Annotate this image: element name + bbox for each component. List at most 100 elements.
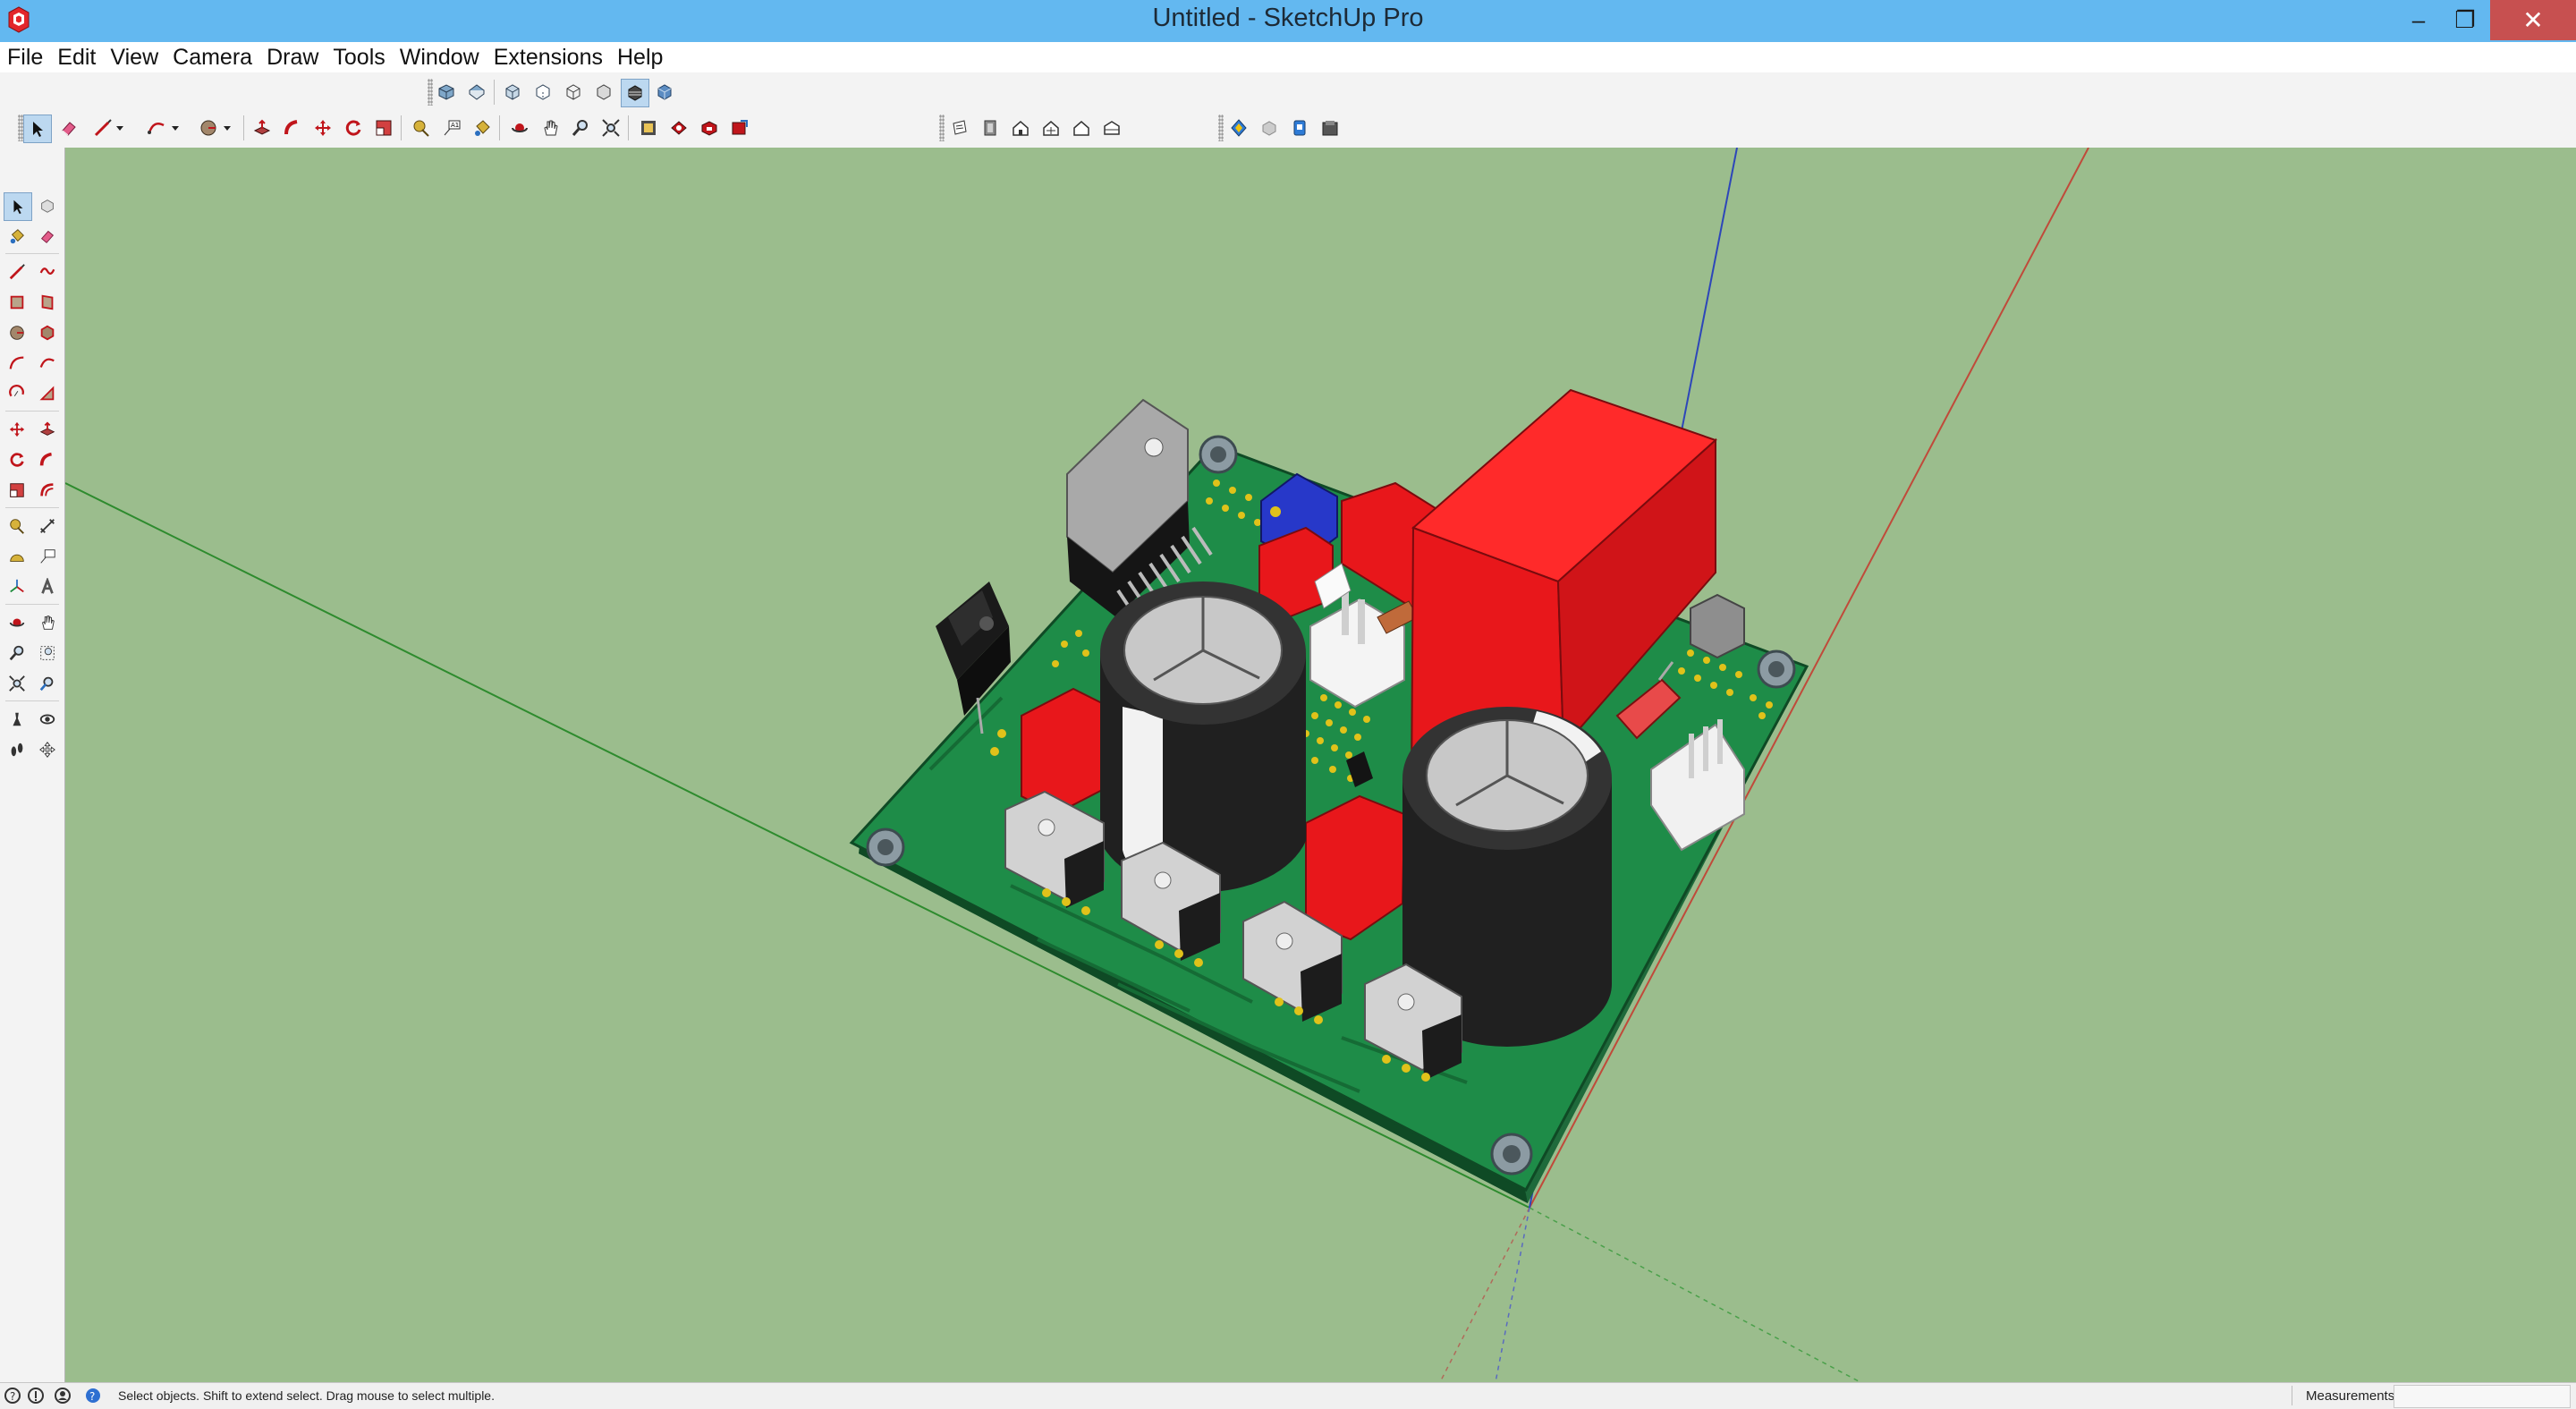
restore-button[interactable]: ❐ bbox=[2440, 0, 2490, 40]
toolbar-grip[interactable] bbox=[1218, 115, 1224, 141]
instructor-help-icon[interactable]: ? bbox=[84, 1387, 102, 1405]
section-plane-icon[interactable] bbox=[946, 115, 973, 141]
rotate-icon[interactable] bbox=[4, 446, 30, 473]
tape-measure-icon[interactable] bbox=[4, 513, 30, 539]
3d-text-icon[interactable] bbox=[34, 573, 61, 600]
pie-icon[interactable] bbox=[4, 380, 30, 407]
zoom-icon[interactable] bbox=[4, 640, 30, 666]
model-viewport[interactable] bbox=[65, 148, 2576, 1382]
pan-icon[interactable] bbox=[34, 609, 61, 636]
follow-me-icon[interactable] bbox=[34, 446, 61, 473]
shaded-icon[interactable] bbox=[621, 79, 649, 107]
zoom-extents-icon[interactable] bbox=[597, 115, 624, 141]
xray-icon[interactable] bbox=[499, 79, 526, 106]
blue-axis-negative bbox=[1495, 1207, 1530, 1382]
model-info-icon[interactable] bbox=[1286, 115, 1313, 141]
menu-camera[interactable]: Camera bbox=[165, 42, 259, 72]
menu-extensions[interactable]: Extensions bbox=[487, 42, 610, 72]
close-button[interactable]: ✕ bbox=[2490, 0, 2576, 40]
zoom-icon[interactable] bbox=[567, 115, 594, 141]
push-pull-icon[interactable] bbox=[249, 115, 275, 141]
pan-icon[interactable] bbox=[537, 115, 564, 141]
paint-bucket-icon[interactable] bbox=[4, 223, 30, 250]
paint-bucket-icon[interactable] bbox=[469, 115, 496, 141]
freehand-icon[interactable] bbox=[34, 259, 61, 285]
minimize-button[interactable]: – bbox=[2394, 0, 2444, 40]
credits-status-icon[interactable] bbox=[27, 1387, 45, 1405]
menu-file[interactable]: File bbox=[0, 42, 50, 72]
geo-location-icon[interactable] bbox=[1225, 115, 1252, 141]
rotate-icon[interactable] bbox=[340, 115, 367, 141]
restore-icon: ❐ bbox=[2454, 6, 2476, 33]
menu-view[interactable]: View bbox=[103, 42, 165, 72]
move-icon[interactable] bbox=[309, 115, 336, 141]
axes-icon[interactable] bbox=[4, 573, 30, 600]
dimension-icon[interactable] bbox=[34, 513, 61, 539]
shapes-dropdown-icon[interactable] bbox=[218, 115, 236, 141]
menu-window[interactable]: Window bbox=[393, 42, 487, 72]
back-edges-icon[interactable] bbox=[530, 79, 556, 106]
two-point-arc-icon[interactable] bbox=[34, 350, 61, 377]
protractor-icon[interactable] bbox=[4, 543, 30, 570]
rectangle-icon[interactable] bbox=[4, 289, 30, 316]
user-status-icon[interactable] bbox=[54, 1387, 72, 1405]
move-icon[interactable] bbox=[4, 416, 30, 443]
menu-help[interactable]: Help bbox=[610, 42, 670, 72]
select-icon[interactable] bbox=[4, 192, 32, 221]
top-view-icon[interactable] bbox=[463, 79, 490, 106]
house-side-icon[interactable] bbox=[1098, 115, 1125, 141]
toolbar-grip[interactable] bbox=[939, 115, 945, 141]
select-icon[interactable] bbox=[23, 115, 52, 143]
three-point-arc-icon[interactable] bbox=[34, 380, 61, 407]
make-component-icon[interactable] bbox=[34, 192, 61, 219]
arc-icon[interactable] bbox=[4, 350, 30, 377]
previous-view-icon[interactable] bbox=[34, 670, 61, 697]
tape-measure-icon[interactable] bbox=[408, 115, 435, 141]
circle-icon[interactable] bbox=[4, 319, 30, 346]
scale-icon[interactable] bbox=[4, 477, 30, 504]
components-icon[interactable] bbox=[1317, 115, 1343, 141]
house-icon[interactable] bbox=[1007, 115, 1034, 141]
layout-icon[interactable] bbox=[696, 115, 723, 141]
iso-view-icon[interactable] bbox=[433, 79, 460, 106]
menu-draw[interactable]: Draw bbox=[259, 42, 326, 72]
offset-icon[interactable] bbox=[34, 477, 61, 504]
line-icon[interactable] bbox=[4, 259, 30, 285]
text-icon[interactable]: A1 bbox=[438, 115, 465, 141]
zoom-window-icon[interactable] bbox=[34, 640, 61, 666]
eraser-icon[interactable] bbox=[55, 115, 82, 141]
measurements-input[interactable] bbox=[2394, 1385, 2571, 1408]
hidden-line-icon[interactable] bbox=[590, 79, 617, 106]
photo-texture-icon[interactable] bbox=[1256, 115, 1283, 141]
zoom-extents-icon[interactable] bbox=[4, 670, 30, 697]
warehouse-icon[interactable] bbox=[635, 115, 662, 141]
send-to-layout-icon[interactable] bbox=[726, 115, 753, 141]
polygon-icon[interactable] bbox=[34, 319, 61, 346]
text-icon[interactable] bbox=[34, 543, 61, 570]
menu-edit[interactable]: Edit bbox=[50, 42, 103, 72]
scale-icon[interactable] bbox=[370, 115, 397, 141]
measurements-label: Measurements bbox=[2306, 1388, 2395, 1404]
follow-me-icon[interactable] bbox=[279, 115, 306, 141]
house-outline-icon[interactable] bbox=[1068, 115, 1095, 141]
push-pull-icon[interactable] bbox=[34, 416, 61, 443]
orbit-icon[interactable] bbox=[506, 115, 533, 141]
house-plus-icon[interactable] bbox=[1038, 115, 1064, 141]
rotated-rectangle-icon[interactable] bbox=[34, 289, 61, 316]
shaded-textures-button[interactable] bbox=[651, 79, 678, 106]
walk-icon[interactable] bbox=[4, 736, 30, 763]
mount-hole-bottom bbox=[1490, 1133, 1533, 1176]
section-cut-icon[interactable] bbox=[977, 115, 1004, 141]
extension-warehouse-icon[interactable] bbox=[665, 115, 692, 141]
wireframe-icon[interactable] bbox=[560, 79, 587, 106]
orbit-icon[interactable] bbox=[4, 609, 30, 636]
section-plane-icon[interactable] bbox=[34, 736, 61, 763]
eraser-icon[interactable] bbox=[34, 223, 61, 250]
position-camera-icon[interactable] bbox=[4, 706, 30, 733]
arc-dropdown-icon[interactable] bbox=[166, 115, 184, 141]
menu-tools[interactable]: Tools bbox=[326, 42, 392, 72]
look-around-icon[interactable] bbox=[34, 706, 61, 733]
geo-location-status-icon[interactable]: ? bbox=[4, 1387, 21, 1405]
mount-hole-top bbox=[1199, 435, 1238, 474]
line-dropdown-icon[interactable] bbox=[111, 115, 129, 141]
